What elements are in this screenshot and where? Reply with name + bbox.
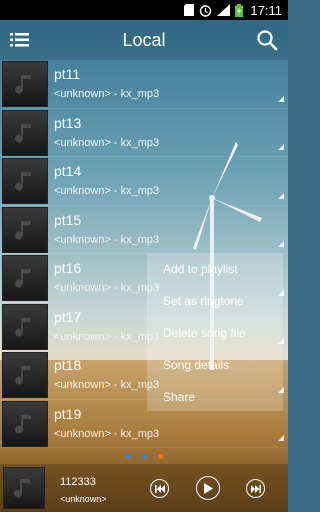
album-art (2, 400, 48, 447)
song-artist-album: <unknown> - kx_mp3 (54, 379, 160, 391)
page-dot (142, 454, 147, 459)
clock-time: 17:11 (250, 2, 282, 18)
alarm-icon (199, 4, 212, 17)
music-note-icon (15, 123, 31, 143)
song-title: pt17 (54, 308, 82, 325)
song-list-item[interactable]: pt11 <unknown> - kx_mp3 (0, 60, 288, 109)
search-icon[interactable] (256, 29, 278, 51)
song-artist-album: <unknown> - kx_mp3 (54, 427, 160, 440)
song-title: pt15 (54, 211, 82, 228)
row-options-icon[interactable] (278, 435, 284, 441)
page-title: Local (122, 30, 166, 50)
now-playing-title: 112333 (60, 476, 96, 488)
album-art (2, 352, 48, 398)
song-list-item[interactable]: pt14 <unknown> - kx_mp3 (0, 157, 288, 206)
row-options-icon[interactable] (278, 95, 284, 102)
song-title: pt14 (54, 163, 82, 179)
header-bar: Local (0, 20, 288, 60)
album-art (2, 303, 48, 350)
song-list-item[interactable]: pt13 <unknown> - kx_mp3 (0, 109, 288, 157)
song-title: pt16 (54, 260, 82, 276)
song-title: pt11 (54, 66, 81, 82)
album-art (3, 467, 45, 509)
album-art (2, 206, 48, 253)
play-icon (204, 482, 213, 494)
song-artist-album: <unknown> - kx_mp3 (54, 233, 160, 246)
page-indicator (0, 454, 288, 460)
song-artist-album: <unknown> - kx_mp3 (54, 136, 160, 149)
row-options-icon[interactable] (278, 192, 284, 199)
music-note-icon (15, 75, 31, 94)
menu-item-delete-song-file[interactable]: Delete song file (147, 317, 283, 349)
sd-card-icon (184, 4, 195, 16)
song-list-item[interactable]: pt15 <unknown> - kx_mp3 (0, 206, 288, 254)
battery-charging-icon (235, 3, 244, 17)
now-playing-artist: <unknown> (60, 494, 107, 504)
music-note-icon (15, 269, 31, 288)
row-options-icon[interactable] (278, 241, 284, 247)
music-note-icon (15, 366, 31, 385)
song-title: pt13 (54, 114, 82, 131)
music-note-icon (15, 414, 31, 434)
music-note-icon (15, 220, 31, 240)
album-art (2, 61, 48, 107)
song-artist-album: <unknown> - kx_mp3 (54, 282, 160, 294)
status-bar: 17:11 (0, 0, 288, 20)
album-art (2, 158, 48, 204)
previous-icon (154, 484, 165, 493)
mini-player[interactable]: 112333 <unknown> (0, 464, 288, 512)
song-title: pt18 (54, 357, 82, 373)
music-note-icon (15, 172, 31, 191)
album-art (2, 109, 48, 156)
music-note-icon (14, 479, 30, 498)
play-button[interactable] (196, 476, 220, 500)
music-note-icon (15, 317, 31, 337)
song-artist-album: <unknown> - kx_mp3 (54, 88, 160, 100)
row-options-icon[interactable] (278, 144, 284, 150)
next-button[interactable] (246, 479, 265, 498)
song-title: pt19 (54, 405, 82, 422)
signal-icon (217, 4, 231, 16)
menu-item-song-details[interactable]: Song details (147, 349, 283, 381)
song-artist-album: <unknown> - kx_mp3 (54, 330, 160, 343)
next-icon (250, 484, 261, 493)
context-menu: Add to playlist Set as ringtone Delete s… (147, 253, 283, 411)
song-artist-album: <unknown> - kx_mp3 (54, 185, 160, 197)
page-dot (158, 454, 163, 459)
page-dot (126, 454, 131, 459)
menu-item-share[interactable]: Share (147, 381, 283, 413)
menu-item-add-to-playlist[interactable]: Add to playlist (147, 253, 283, 285)
menu-item-set-as-ringtone[interactable]: Set as ringtone (147, 285, 283, 317)
previous-button[interactable] (150, 479, 169, 498)
album-art (2, 255, 48, 301)
